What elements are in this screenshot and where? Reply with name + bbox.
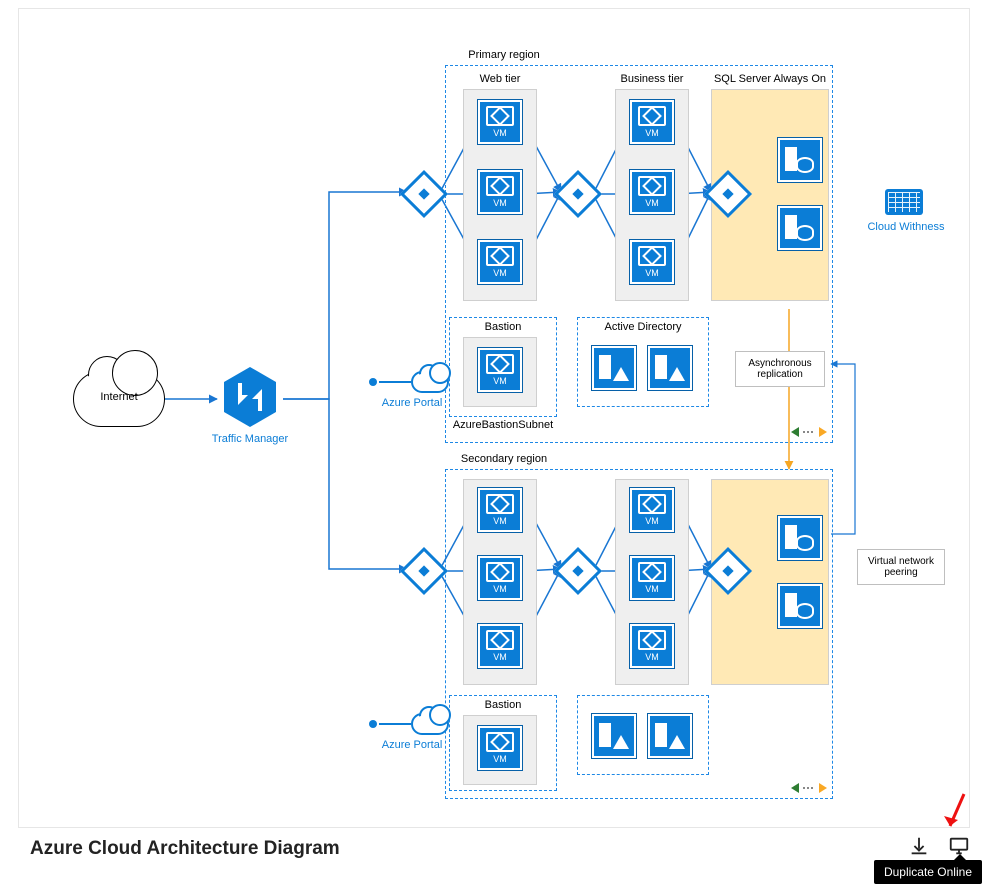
ad-node xyxy=(647,345,693,391)
vm-node: VM xyxy=(477,99,523,145)
primary-region-title: Primary region xyxy=(444,49,564,61)
bastion-label: Bastion xyxy=(449,321,557,333)
load-balancer-icon xyxy=(711,177,745,211)
internet-label: Internet xyxy=(73,391,165,403)
ad-node xyxy=(591,345,637,391)
web-tier-label: Web tier xyxy=(463,73,537,85)
load-balancer-icon xyxy=(407,554,441,588)
vm-node: VM xyxy=(477,725,523,771)
ad-node xyxy=(591,713,637,759)
secondary-region-title: Secondary region xyxy=(444,453,564,465)
vm-node: VM xyxy=(629,169,675,215)
vm-node: VM xyxy=(477,169,523,215)
page-title: Azure Cloud Architecture Diagram xyxy=(30,838,340,860)
portal-dot xyxy=(369,720,377,728)
bastion-subnet-label: AzureBastionSubnet xyxy=(447,419,559,431)
sql-node xyxy=(777,205,823,251)
load-balancer-icon xyxy=(561,554,595,588)
vm-node: VM xyxy=(477,623,523,669)
load-balancer-icon xyxy=(407,177,441,211)
ad-node xyxy=(647,713,693,759)
duplicate-tooltip: Duplicate Online xyxy=(874,860,982,884)
vnet-peering-note: Virtual network peering xyxy=(857,549,945,585)
sql-node xyxy=(777,515,823,561)
sql-node xyxy=(777,583,823,629)
diagram-canvas: Internet Traffic Manager Primary region … xyxy=(19,9,969,827)
traffic-manager-icon xyxy=(218,365,282,429)
azure-portal-label: Azure Portal xyxy=(377,739,447,751)
vm-node: VM xyxy=(477,555,523,601)
annotation-arrow xyxy=(942,792,972,836)
vm-node: VM xyxy=(629,555,675,601)
vm-node: VM xyxy=(477,239,523,285)
business-tier-label: Business tier xyxy=(615,73,689,85)
cloud-witness-label: Cloud Withness xyxy=(861,221,951,233)
vm-node: VM xyxy=(629,99,675,145)
download-button[interactable] xyxy=(908,835,930,857)
load-balancer-icon xyxy=(711,554,745,588)
peering-glyph xyxy=(791,427,827,437)
diagram-viewport[interactable]: Internet Traffic Manager Primary region … xyxy=(18,8,970,828)
vm-node: VM xyxy=(629,239,675,285)
traffic-manager-label: Traffic Manager xyxy=(209,433,291,445)
load-balancer-icon xyxy=(561,177,595,211)
portal-dot xyxy=(369,378,377,386)
cloud-icon xyxy=(411,371,449,393)
azure-portal-label: Azure Portal xyxy=(377,397,447,409)
cloud-icon xyxy=(411,713,449,735)
ad-label: Active Directory xyxy=(577,321,709,333)
vm-node: VM xyxy=(477,347,523,393)
cloud-witness-icon xyxy=(885,189,923,215)
sql-tier-label: SQL Server Always On xyxy=(711,73,829,85)
bastion-label: Bastion xyxy=(449,699,557,711)
async-replication-note: Asynchronous replication xyxy=(735,351,825,387)
peering-glyph xyxy=(791,783,827,793)
internet-cloud: Internet xyxy=(73,371,165,427)
sql-node xyxy=(777,137,823,183)
vm-node: VM xyxy=(629,487,675,533)
vm-node: VM xyxy=(629,623,675,669)
vm-node: VM xyxy=(477,487,523,533)
